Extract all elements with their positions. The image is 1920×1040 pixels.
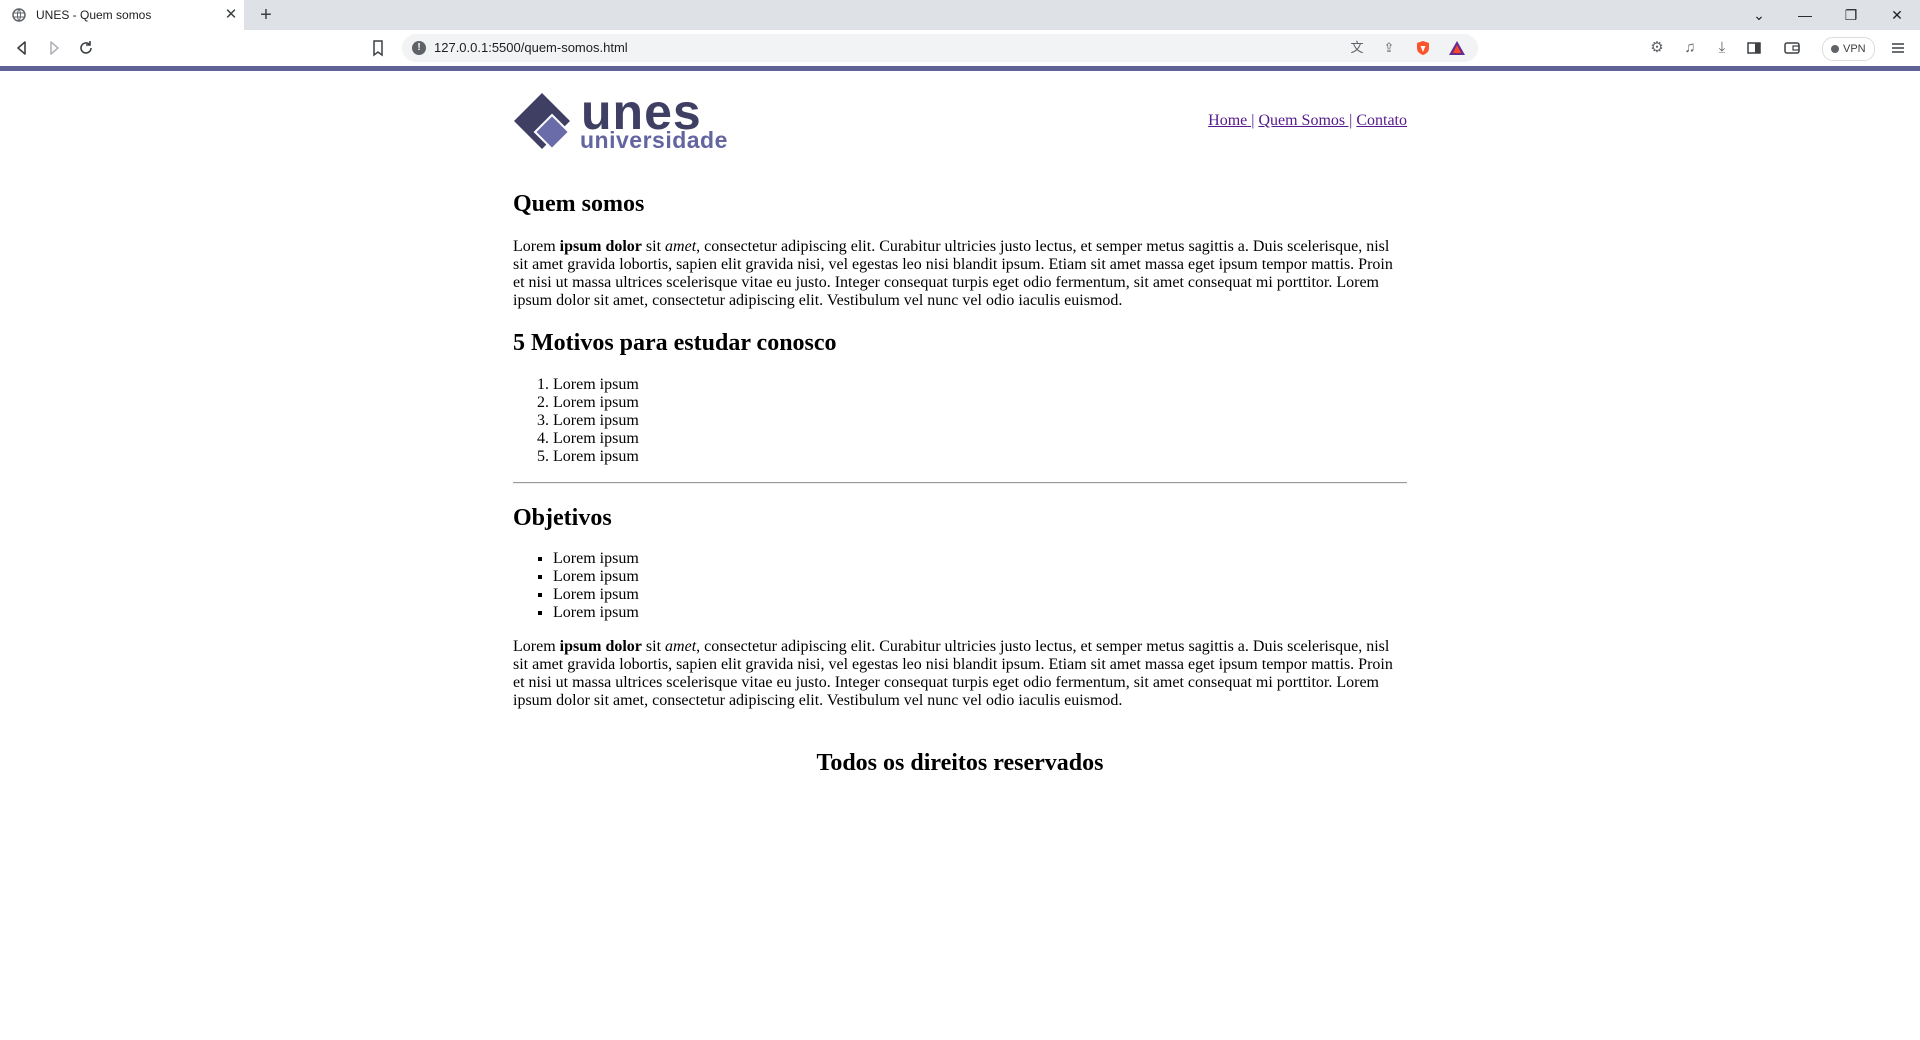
- vpn-button[interactable]: VPN: [1822, 37, 1875, 61]
- paragraph-text: Lorem: [513, 638, 560, 655]
- browser-toolbar: ! 127.0.0.1:5500/quem-somos.html 文 ⇪ ⚙ ♫…: [0, 30, 1920, 66]
- minimize-button[interactable]: —: [1782, 0, 1828, 30]
- paragraph-italic-text: amet: [665, 238, 697, 255]
- motivos-list: Lorem ipsum Lorem ipsum Lorem ipsum Lore…: [513, 376, 639, 466]
- nav-link-contato[interactable]: Contato: [1356, 112, 1407, 129]
- forward-icon[interactable]: [44, 38, 64, 58]
- main-nav: Home | Quem Somos | Contato: [1208, 112, 1407, 130]
- menu-icon[interactable]: [1888, 38, 1908, 58]
- logo-subtitle: universidade: [580, 127, 728, 153]
- tab-search-chevron-down-icon[interactable]: ⌄: [1736, 0, 1782, 30]
- paragraph-text: Lorem: [513, 238, 560, 255]
- web-page: unes universidade Home | Quem Somos | Co…: [0, 71, 1920, 1040]
- vpn-label: VPN: [1843, 43, 1866, 55]
- extensions-icon[interactable]: ⚙: [1647, 38, 1667, 58]
- footer-copyright: Todos os direitos reservados: [816, 750, 1104, 776]
- download-icon[interactable]: ⤓: [1712, 38, 1732, 58]
- browser-tab[interactable]: UNES - Quem somos ✕: [0, 0, 244, 30]
- back-icon[interactable]: [12, 38, 32, 58]
- site-info-icon[interactable]: !: [412, 41, 426, 55]
- nav-separator: |: [1247, 112, 1255, 129]
- globe-icon: [12, 8, 26, 22]
- paragraph-italic-text: amet: [665, 638, 697, 655]
- nav-link-home[interactable]: Home: [1208, 112, 1247, 129]
- restore-button[interactable]: ❐: [1828, 0, 1874, 30]
- list-item: Lorem ipsum: [553, 376, 639, 394]
- browser-tab-bar: UNES - Quem somos ✕ + ⌄ — ❐ ✕: [0, 0, 1920, 30]
- wallet-icon[interactable]: [1782, 38, 1802, 58]
- list-item: Lorem ipsum: [553, 568, 639, 586]
- list-item: Lorem ipsum: [553, 448, 639, 466]
- closing-paragraph: Lorem ipsum dolor sit amet, consectetur …: [513, 638, 1407, 710]
- logo-diamond-icon: [514, 93, 571, 151]
- list-item: Lorem ipsum: [553, 394, 639, 412]
- share-icon[interactable]: ⇪: [1380, 40, 1398, 56]
- paragraph-text: sit: [641, 638, 666, 655]
- close-window-button[interactable]: ✕: [1874, 0, 1920, 30]
- url-text[interactable]: 127.0.0.1:5500/quem-somos.html: [434, 40, 628, 55]
- translate-icon[interactable]: 文: [1348, 40, 1366, 56]
- brave-rewards-icon[interactable]: [1448, 40, 1466, 56]
- tab-close-icon[interactable]: ✕: [222, 6, 240, 24]
- motivos-heading: 5 Motivos para estudar conosco: [513, 330, 837, 356]
- objetivos-heading: Objetivos: [513, 505, 612, 531]
- list-item: Lorem ipsum: [553, 586, 639, 604]
- paragraph-text: sit: [641, 238, 666, 255]
- list-item: Lorem ipsum: [553, 412, 639, 430]
- list-item: Lorem ipsum: [553, 604, 639, 622]
- media-icon[interactable]: ♫: [1680, 38, 1700, 58]
- paragraph-bold-text: ipsum dolor: [559, 638, 642, 655]
- page-title: Quem somos: [513, 191, 645, 217]
- new-tab-button[interactable]: +: [254, 4, 278, 26]
- nav-separator: |: [1345, 112, 1353, 129]
- intro-paragraph: Lorem ipsum dolor sit amet, consectetur …: [513, 238, 1407, 310]
- sidebar-icon[interactable]: [1744, 38, 1764, 58]
- list-item: Lorem ipsum: [553, 430, 639, 448]
- reload-icon[interactable]: [76, 38, 96, 58]
- objetivos-list: Lorem ipsum Lorem ipsum Lorem ipsum Lore…: [513, 550, 639, 622]
- unes-logo[interactable]: unes universidade: [513, 84, 743, 153]
- paragraph-bold-text: ipsum dolor: [559, 238, 642, 255]
- nav-link-quem-somos[interactable]: Quem Somos: [1258, 112, 1345, 129]
- bookmark-icon[interactable]: [368, 38, 388, 58]
- section-divider: [513, 482, 1407, 484]
- tab-title: UNES - Quem somos: [36, 8, 152, 22]
- list-item: Lorem ipsum: [553, 550, 639, 568]
- address-bar[interactable]: ! 127.0.0.1:5500/quem-somos.html 文 ⇪: [402, 34, 1478, 62]
- vpn-status-icon: [1831, 45, 1839, 53]
- brave-shields-icon[interactable]: [1414, 40, 1432, 56]
